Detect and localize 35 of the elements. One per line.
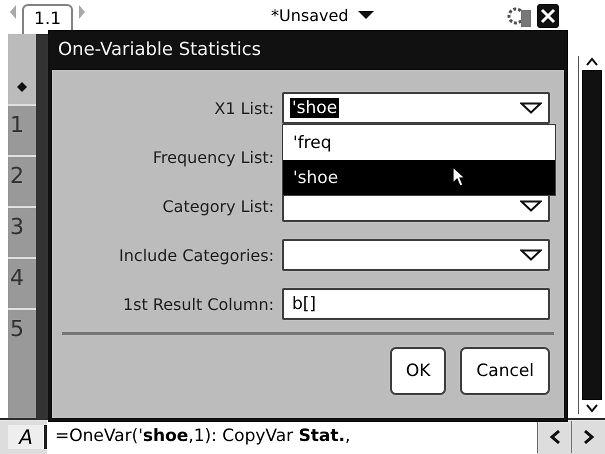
row-number: 5	[8, 308, 36, 359]
close-icon[interactable]	[536, 4, 559, 28]
formula-field[interactable]: =OneVar('shoe,1): CopyVar Stat.,	[47, 420, 537, 454]
row-number: 1	[8, 104, 36, 155]
dropdown-arrow-icon	[520, 249, 542, 261]
field-label: Frequency List:	[152, 148, 274, 166]
dropdown-field[interactable]: 'shoe	[282, 92, 550, 124]
scroll-up-icon	[585, 56, 599, 68]
dropdown-arrow-icon	[520, 102, 542, 114]
dropdown-arrow-icon	[520, 200, 542, 212]
row-number: 4	[8, 257, 36, 308]
right-chevron-icon	[582, 429, 594, 445]
scroll-thumb[interactable]	[582, 70, 602, 400]
field-label: Category List:	[161, 196, 274, 216]
row-number: 2	[8, 155, 36, 206]
dialog-title: One-Variable Statistics	[57, 38, 262, 62]
selected-field-value: 'shoe	[290, 98, 340, 118]
dropdown-icon[interactable]	[356, 10, 375, 20]
field-value: b[]	[291, 294, 318, 314]
field-label: X1 List:	[213, 98, 274, 118]
dropdown-field[interactable]	[282, 239, 550, 271]
input-field[interactable]: b[]	[282, 288, 550, 320]
diamond-icon	[17, 82, 27, 92]
cancel-button[interactable]: Cancel	[460, 347, 550, 395]
scroll-down-icon	[585, 402, 599, 414]
field-label: Include Categories:	[119, 246, 274, 264]
row-number: 3	[8, 206, 36, 257]
column-label: A	[8, 425, 47, 449]
document-name: *Unsaved	[271, 6, 349, 24]
list-option[interactable]: 'shoe	[283, 160, 555, 195]
list-option[interactable]: 'freq	[283, 125, 555, 160]
document-title[interactable]: *Unsaved	[271, 4, 375, 26]
field-label: 1st Result Column:	[122, 294, 274, 314]
ok-button[interactable]: OK	[390, 347, 446, 395]
left-chevron-icon	[548, 429, 560, 445]
